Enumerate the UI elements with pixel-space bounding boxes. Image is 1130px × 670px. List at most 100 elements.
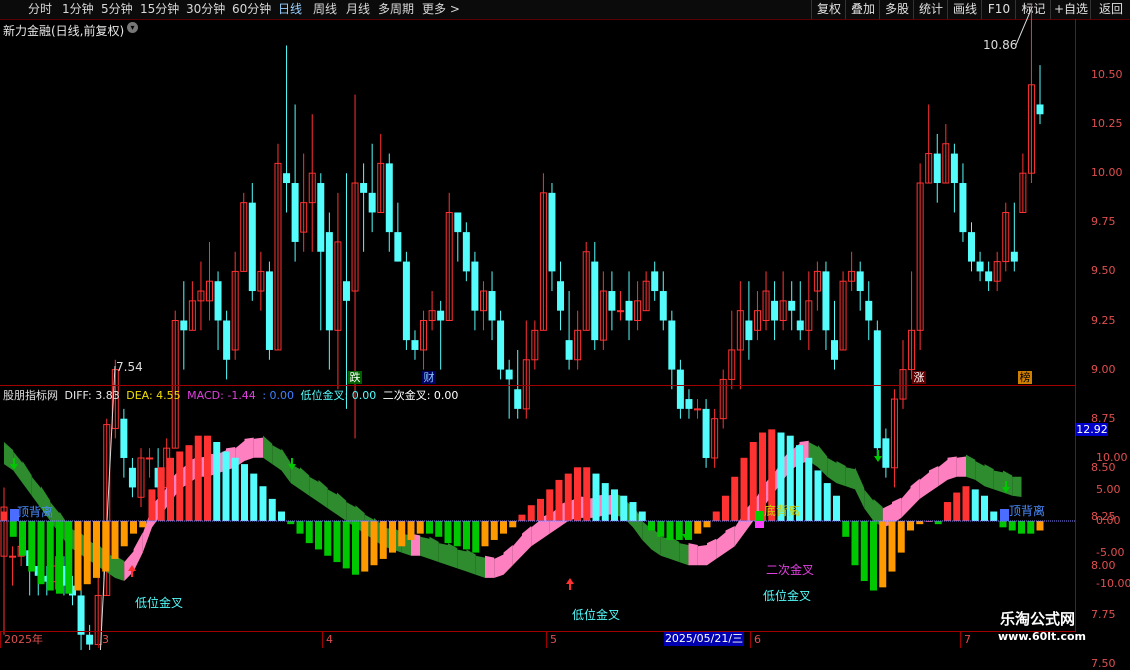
candle-body — [385, 163, 393, 233]
price-axis-line — [1075, 19, 1076, 631]
macd-bar — [361, 521, 369, 572]
macd-ribbon — [337, 492, 347, 521]
macd-ribbon — [919, 472, 929, 499]
macd-bar — [851, 521, 859, 566]
macd-bar — [962, 486, 970, 521]
macd-ribbon — [956, 456, 966, 477]
macd-bar — [435, 521, 443, 537]
macd-bar — [93, 521, 100, 578]
macd-bar — [722, 495, 729, 521]
candle-body — [608, 291, 616, 311]
macd-bar — [204, 435, 211, 521]
price-tick: 7.50 — [1091, 657, 1116, 670]
macd-bar — [1036, 521, 1044, 531]
macd-ribbon — [993, 470, 1003, 493]
macd-ribbon — [947, 456, 957, 480]
candle-body — [694, 408, 702, 411]
macd-bar — [657, 521, 665, 537]
macd-ribbon — [300, 467, 310, 496]
indicator-name[interactable]: 股朋指标网 — [3, 389, 58, 402]
macd-bar — [481, 521, 489, 547]
macd-ribbon — [670, 536, 680, 563]
macd-bar — [231, 457, 239, 521]
candle-body — [214, 281, 222, 321]
macd-bar — [712, 511, 720, 521]
event-tag-finance[interactable]: 财 — [422, 371, 436, 384]
macd-bar — [546, 489, 554, 521]
macd-bar — [167, 457, 174, 521]
low-cross-label-2: 低位金叉 — [572, 608, 621, 622]
candle-body — [77, 595, 85, 635]
macd-ribbon — [697, 545, 707, 566]
macd-bar — [194, 435, 202, 521]
macd-ribbon — [984, 464, 994, 490]
event-tag-rank[interactable]: 榜 — [1018, 371, 1032, 384]
candle-body — [882, 438, 890, 468]
macd-bar — [83, 521, 91, 585]
date-tick: 6 — [750, 632, 761, 648]
macd-bar — [324, 521, 332, 556]
date-highlight: 2025/05/21/三 — [664, 632, 744, 646]
macd-bar — [268, 498, 276, 521]
candle-body — [291, 183, 299, 242]
candle-body — [651, 271, 659, 292]
macd-bar — [426, 521, 433, 534]
macd-bar — [185, 445, 193, 521]
candle-body — [283, 173, 291, 184]
macd-ribbon — [494, 554, 504, 578]
macd-tick: -5.00 — [1096, 545, 1125, 559]
macd-bar — [860, 521, 868, 582]
macd-bar — [740, 457, 748, 521]
event-tag-drop[interactable]: 跌 — [348, 371, 362, 384]
macd-ribbon — [688, 543, 698, 566]
candle-body — [557, 281, 565, 311]
macd-bar — [823, 483, 831, 521]
macd-bar — [278, 511, 285, 521]
macd-bar — [953, 492, 961, 521]
macd-bar — [19, 521, 26, 556]
macd-bar — [222, 451, 230, 521]
sell-arrow-icon — [874, 450, 882, 462]
macd-ribbon — [466, 549, 476, 575]
macd-tick: 10.00 — [1096, 451, 1128, 464]
macd-bar — [583, 467, 591, 521]
macd-bar — [944, 502, 951, 521]
candle-body — [950, 153, 958, 184]
macd-ribbon — [327, 489, 337, 515]
macd-value: MACD: -1.44 — [187, 389, 256, 402]
price-tick: 10.25 — [1091, 117, 1123, 131]
macd-ribbon — [892, 497, 902, 525]
macd-bar — [1027, 521, 1035, 534]
macd-bar — [157, 467, 165, 521]
macd-bar — [564, 473, 572, 521]
low-cross-label-3: 低位金叉 — [763, 589, 812, 603]
date-tick: 4 — [322, 632, 333, 648]
macd-bar — [592, 473, 600, 521]
macd-bar — [472, 521, 480, 553]
macd-bar — [46, 521, 54, 591]
macd-ribbon — [855, 467, 865, 509]
candle-body — [745, 320, 753, 341]
macd-bar — [1018, 521, 1025, 534]
macd-bar — [500, 521, 507, 534]
macd-ribbon — [938, 459, 948, 487]
date-tick: 5 — [546, 632, 557, 648]
macd-ribbon — [429, 536, 439, 563]
watermark-name: 乐淘公式网 — [1000, 610, 1076, 628]
low-arrow — [99, 365, 116, 650]
event-tag-rise[interactable]: 涨 — [912, 371, 926, 384]
macd-bar — [342, 521, 350, 569]
macd-bar — [537, 498, 544, 521]
candle-body — [968, 232, 976, 262]
candle-body — [248, 202, 256, 292]
macd-bar — [37, 521, 45, 585]
macd-ribbon — [827, 457, 837, 484]
price-tick: 8.00 — [1091, 559, 1116, 572]
macd-bar — [805, 457, 813, 521]
candle-body — [591, 261, 599, 341]
macd-bar — [333, 521, 341, 563]
macd-bar — [213, 442, 221, 521]
candle-body — [565, 340, 573, 360]
date-tick: 2025年 — [0, 632, 43, 648]
chart-canvas[interactable] — [0, 0, 1130, 650]
